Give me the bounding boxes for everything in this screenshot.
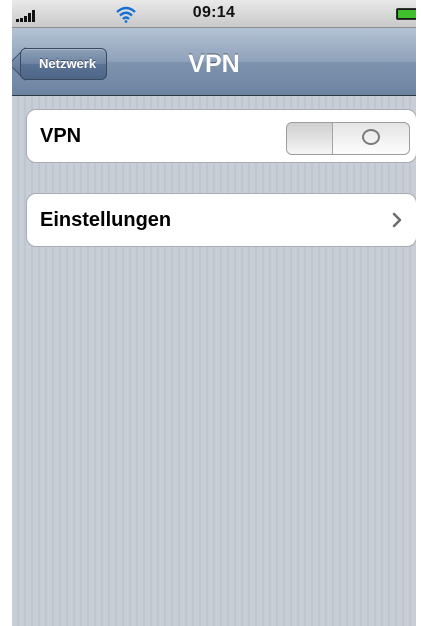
back-button-area: Netzwerk xyxy=(12,28,152,96)
status-bar: 09:14 xyxy=(12,0,416,28)
off-circle-icon xyxy=(362,129,380,146)
vpn-label: VPN xyxy=(40,125,82,147)
back-button[interactable]: Netzwerk xyxy=(20,48,108,80)
toggle-off-indicator xyxy=(333,123,409,154)
toggle-knob[interactable] xyxy=(287,123,333,154)
status-time: 09:14 xyxy=(192,4,236,21)
chevron-right-icon xyxy=(392,212,402,228)
battery-icon xyxy=(396,8,416,20)
vpn-row: VPN xyxy=(26,109,416,163)
settings-content: VPN Einstellungen xyxy=(12,96,416,626)
settings-label: Einstellungen xyxy=(40,209,172,231)
phone-screen: 09:14 Netzwerk VPN VPN Einstellungen xyxy=(12,0,416,626)
vpn-toggle[interactable] xyxy=(286,122,410,155)
settings-row[interactable]: Einstellungen xyxy=(26,193,416,247)
navigation-bar: Netzwerk VPN xyxy=(12,28,416,96)
